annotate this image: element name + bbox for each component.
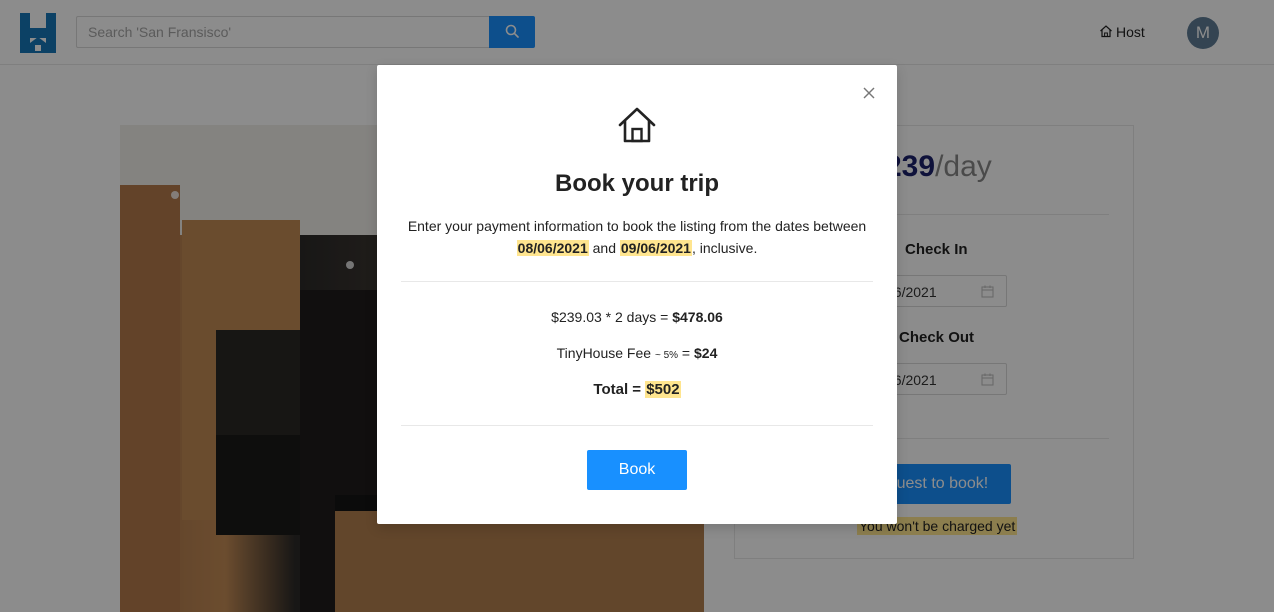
check-in-date: 08/06/2021 xyxy=(516,240,589,256)
price-calc-result: $478.06 xyxy=(672,309,723,325)
and-word: and xyxy=(592,240,616,256)
description-prefix: Enter your payment information to book t… xyxy=(407,218,867,234)
price-calc-expression: $239.03 * 2 days = xyxy=(551,309,673,325)
price-calculation: $239.03 * 2 days = $478.06 xyxy=(377,309,897,325)
total-label: Total = xyxy=(593,381,646,398)
book-trip-modal: Book your trip Enter your payment inform… xyxy=(377,65,897,524)
divider xyxy=(401,425,873,426)
home-icon xyxy=(617,105,657,145)
description-suffix: , inclusive. xyxy=(691,240,758,256)
total-line: Total = $502 xyxy=(377,381,897,398)
divider xyxy=(401,281,873,282)
book-button[interactable]: Book xyxy=(587,450,687,490)
total-amount: $502 xyxy=(645,381,681,398)
modal-description: Enter your payment information to book t… xyxy=(397,215,877,259)
modal-title: Book your trip xyxy=(554,170,719,197)
fee-equals: = xyxy=(678,345,694,361)
fee-line: TinyHouse Fee ~ 5% = $24 xyxy=(377,345,897,361)
fee-amount: $24 xyxy=(694,345,718,361)
check-out-date: 09/06/2021 xyxy=(619,240,692,256)
close-icon[interactable] xyxy=(859,83,879,103)
fee-label: TinyHouse Fee xyxy=(556,345,652,361)
fee-note: ~ 5% xyxy=(654,350,679,361)
